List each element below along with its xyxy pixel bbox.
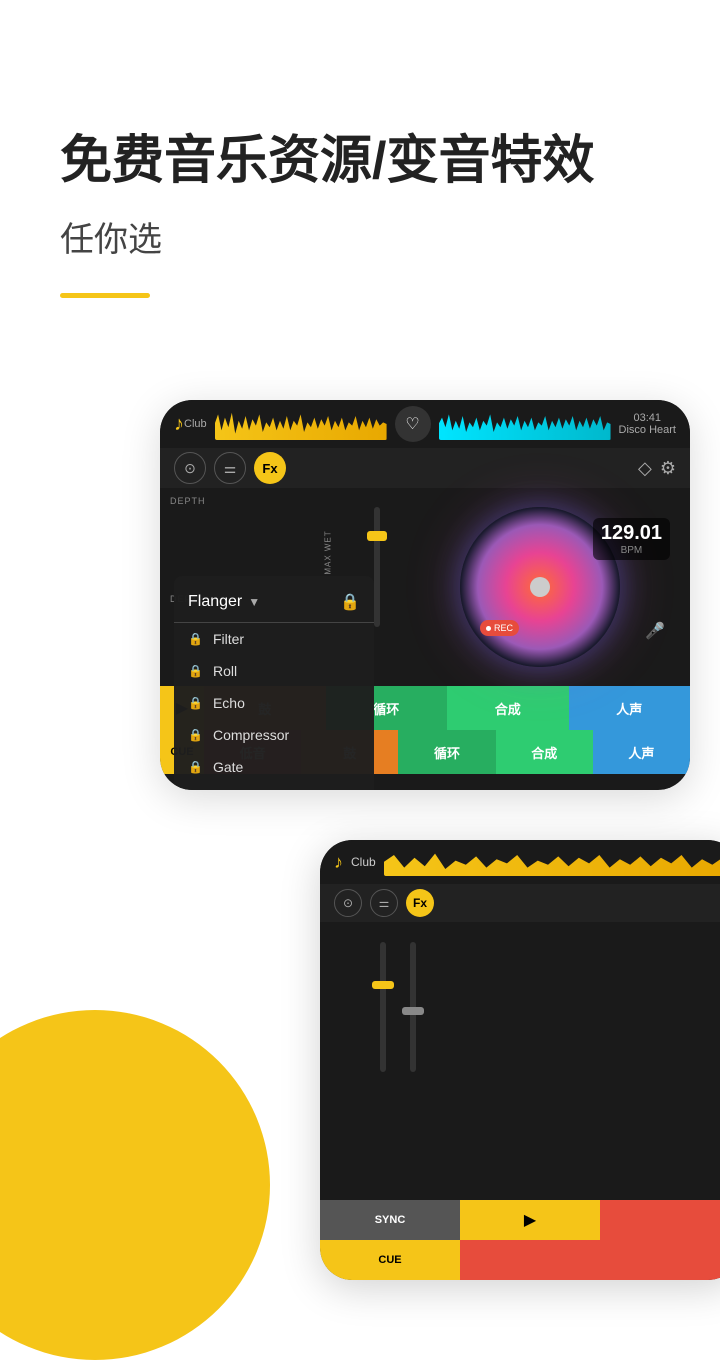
pad-synth[interactable]: 合成 [447,686,569,730]
heartbeat-icon[interactable]: ♡ [395,406,431,442]
music-icon-2: ♪ [334,852,343,873]
dj-deck: DEPTH DEPTH MAX WET Flanger ▼ 🔒 [160,488,690,686]
track-right-name: Disco Heart [619,424,676,436]
dj2-cue-button[interactable]: CUE [320,1240,460,1280]
dj2-pad-red-2[interactable] [460,1240,720,1280]
music-icon: ♪ [174,413,184,436]
fx-selected-label: Flanger [188,593,242,611]
dj2-fx-button[interactable]: Fx [406,889,434,917]
rec-label: REC [494,623,513,633]
fx-item-compressor[interactable]: 🔒 Compressor [174,719,374,751]
dj2-deck [320,922,720,1092]
dj2-fader-track-2[interactable] [410,942,416,1072]
gear-icon[interactable]: ⚙ [660,458,676,479]
fx-item-limiter[interactable]: 🔒 Limiter [174,783,374,790]
fx-item-filter[interactable]: 🔒 Filter [174,623,374,655]
track-left-name: Club [184,418,207,430]
roll-lock-icon: 🔒 [188,664,203,678]
fx-button[interactable]: Fx [254,452,286,484]
fader-track[interactable] [374,507,380,627]
bpm-display: 129.01 BPM [593,518,670,560]
pad-loop-2[interactable]: 循环 [398,730,495,774]
filter-lock-icon: 🔒 [188,632,203,646]
fx-item-filter-label: Filter [213,631,244,647]
track-right-info: 03:41 Disco Heart [619,412,676,436]
gate-lock-icon: 🔒 [188,760,203,774]
dj2-loop-button[interactable]: ⊙ [334,889,362,917]
fx-item-gate[interactable]: 🔒 Gate [174,751,374,783]
dj-controls-row: ⊙ ⚌ Fx ◇ ⚙ [160,448,690,488]
dj-right-panel: 129.01 BPM REC 🎤 [390,488,690,686]
dropdown-arrow-icon: ▼ [248,595,260,609]
dj2-pads-row-1: SYNC ▶ [320,1200,720,1240]
dj2-fader-thumb-1 [372,981,394,989]
fx-item-roll-label: Roll [213,663,237,679]
rec-button[interactable]: REC [480,620,519,636]
eq-button[interactable]: ⚌ [214,452,246,484]
track-name-2: Club [351,855,376,869]
yellow-divider [60,293,150,298]
lock-icon: 🔒 [340,592,360,612]
dj2-eq-button[interactable]: ⚌ [370,889,398,917]
dj2-pads: SYNC ▶ CUE [320,1200,720,1280]
decorative-circle [0,1010,270,1360]
echo-lock-icon: 🔒 [188,696,203,710]
dj2-play-button[interactable]: ▶ [460,1200,600,1240]
phone-mockup-2: ♪ Club ⊙ ⚌ Fx SYNC ▶ [320,840,720,1280]
fx-dropdown[interactable]: Flanger ▼ 🔒 🔒 Filter 🔒 Roll 🔒 Echo [174,576,374,790]
header-section: 免费音乐资源/变音特效 任你选 [60,130,660,298]
dj2-pad-red-1[interactable] [600,1200,720,1240]
dj2-fader-thumb-2 [402,1007,424,1015]
fx-item-echo[interactable]: 🔒 Echo [174,687,374,719]
depth-label-top: DEPTH [170,496,380,506]
max-wet-label: MAX WET [323,530,332,574]
fx-item-echo-label: Echo [213,695,245,711]
pad-vocal-2[interactable]: 人声 [593,730,690,774]
dj2-top-bar: ♪ Club [320,840,720,884]
fader-thumb [367,531,387,541]
main-title: 免费音乐资源/变音特效 [60,130,660,192]
compressor-lock-icon: 🔒 [188,728,203,742]
fader-container [374,498,380,636]
fx-selected-item[interactable]: Flanger ▼ 🔒 [174,586,374,623]
loop-button[interactable]: ⊙ [174,452,206,484]
sub-title: 任你选 [60,212,660,261]
track-time: 03:41 [634,412,662,424]
rec-dot-icon [486,626,491,631]
mic-icon[interactable]: 🎤 [645,621,665,641]
fx-item-compressor-label: Compressor [213,727,289,743]
pad-synth-2[interactable]: 合成 [496,730,593,774]
dj-app-screen-2: ♪ Club ⊙ ⚌ Fx SYNC ▶ [320,840,720,1280]
waveform-2 [384,848,720,876]
pad-vocal[interactable]: 人声 [569,686,691,730]
track-left-info: Club [184,418,207,430]
phone-mockup-1: ♪ Club ♡ 03:41 Disco Heart ⊙ ⚌ Fx ◇ ⚙ DE… [160,400,690,790]
dj2-pads-row-2: CUE [320,1240,720,1280]
diamond-icon[interactable]: ◇ [638,458,652,479]
dj2-fader-track-1[interactable] [380,942,386,1072]
waveform-left [215,408,387,440]
bpm-label: BPM [601,545,662,556]
dj2-sync-button[interactable]: SYNC [320,1200,460,1240]
fx-item-roll[interactable]: 🔒 Roll [174,655,374,687]
waveform-right [439,408,611,440]
bpm-value: 129.01 [601,522,662,545]
dj-app-screen-1: ♪ Club ♡ 03:41 Disco Heart ⊙ ⚌ Fx ◇ ⚙ DE… [160,400,690,790]
dj-top-bar: ♪ Club ♡ 03:41 Disco Heart [160,400,690,448]
fx-item-gate-label: Gate [213,759,243,775]
dj2-controls-row: ⊙ ⚌ Fx [320,884,720,922]
